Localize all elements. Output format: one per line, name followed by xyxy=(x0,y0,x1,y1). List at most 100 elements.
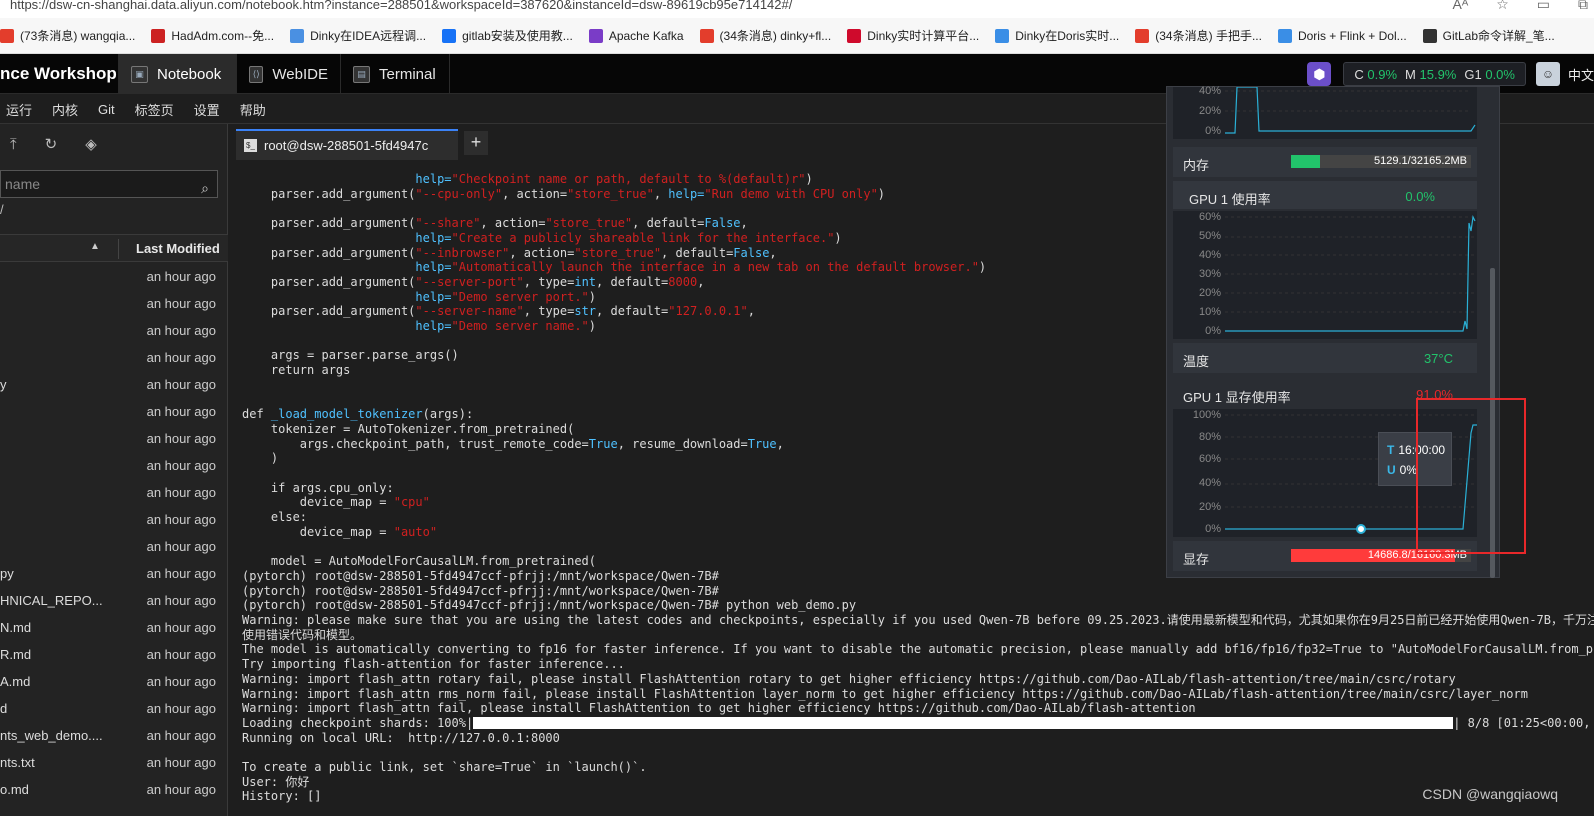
menu-settings[interactable]: 设置 xyxy=(194,100,220,119)
file-row[interactable]: py an hour ago xyxy=(0,561,228,588)
file-modified: an hour ago xyxy=(146,377,216,392)
file-row[interactable]: an hour ago xyxy=(0,534,228,561)
terminal-line: return args xyxy=(242,363,351,378)
reader-icon[interactable]: Aᴬ xyxy=(1453,0,1469,13)
tab-terminal[interactable]: ▤ Terminal xyxy=(340,54,450,94)
file-row[interactable]: o.md an hour ago xyxy=(0,777,228,804)
file-name: o.md xyxy=(0,782,29,797)
file-row[interactable]: R.md an hour ago xyxy=(0,642,228,669)
collections-icon[interactable]: ⧉ xyxy=(1578,0,1588,13)
upload-icon[interactable]: ⤒ xyxy=(10,136,17,153)
temperature-row: 温度 37°C xyxy=(1173,343,1477,373)
file-row[interactable]: HNICAL_REPO... an hour ago xyxy=(0,588,228,615)
bookmark-item[interactable]: gitlab安装及使用教... xyxy=(442,27,573,44)
file-filter-input[interactable]: name ⌕ xyxy=(0,170,218,198)
resource-metrics[interactable]: C 0.9% M 15.9% G1 0.0% xyxy=(1343,62,1526,86)
terminal-line: help="Checkpoint name or path, default t… xyxy=(415,172,813,186)
language-switch[interactable]: 中文 xyxy=(1568,65,1594,84)
file-row[interactable]: nts.txt an hour ago xyxy=(0,750,228,777)
bookmark-item[interactable]: HadAdm.com--免... xyxy=(151,27,274,44)
cpu-chart-svg xyxy=(1225,87,1476,134)
col-last-modified[interactable]: Last Modified xyxy=(136,241,220,256)
progress-bar xyxy=(473,716,1454,729)
file-modified: an hour ago xyxy=(146,728,216,743)
file-row[interactable]: A.md an hour ago xyxy=(0,669,228,696)
new-tab-button[interactable]: + xyxy=(464,131,488,155)
file-row[interactable]: an hour ago xyxy=(0,345,228,372)
file-modified: an hour ago xyxy=(146,647,216,662)
terminal-line: device_map = "cpu" xyxy=(242,495,430,510)
file-name: nts_web_demo.... xyxy=(0,728,103,743)
terminal-icon: ▤ xyxy=(353,65,370,83)
search-icon[interactable]: ⌕ xyxy=(201,175,209,201)
terminal-line: tokenizer = AutoTokenizer.from_pretraine… xyxy=(242,421,575,436)
menu-git[interactable]: Git xyxy=(98,102,115,117)
memory-bar: 5129.1/32165.2MB xyxy=(1291,155,1471,168)
avatar[interactable]: ☺ xyxy=(1535,62,1560,86)
menu-run[interactable]: 运行 xyxy=(6,100,32,119)
bookmark-item[interactable]: (34条消息) 手把手... xyxy=(1135,27,1262,44)
file-row[interactable]: y an hour ago xyxy=(0,372,228,399)
file-row[interactable]: an hour ago xyxy=(0,264,228,291)
file-row[interactable]: an hour ago xyxy=(0,453,228,480)
file-modified: an hour ago xyxy=(146,269,216,284)
bookmark-item[interactable]: Dinky实时计算平台... xyxy=(847,27,979,44)
tab-webide[interactable]: ⟨⟩ WebIDE xyxy=(236,54,340,94)
tab-notebook[interactable]: ▣ Notebook xyxy=(118,54,236,94)
file-row[interactable]: an hour ago xyxy=(0,399,228,426)
hadadm-icon xyxy=(151,28,166,43)
csdn-icon xyxy=(0,28,14,43)
file-modified: an hour ago xyxy=(146,485,216,500)
bookmark-item[interactable]: Apache Kafka xyxy=(588,28,684,43)
terminal-line: device_map = "auto" xyxy=(242,524,438,539)
file-modified: an hour ago xyxy=(146,566,216,581)
terminal-line: if args.cpu_only: xyxy=(242,480,394,495)
terminal-line: ) xyxy=(242,451,279,466)
file-row[interactable]: an hour ago xyxy=(0,480,228,507)
bookmark-item[interactable]: Dinky在IDEA远程调... xyxy=(290,27,426,44)
tab-terminal-session[interactable]: $_ root@dsw-288501-5fd4947c xyxy=(236,129,458,160)
bookmark-item[interactable]: GitLab命令详解_笔... xyxy=(1422,27,1555,44)
file-row[interactable]: N.md an hour ago xyxy=(0,615,228,642)
breadcrumb[interactable]: / xyxy=(0,202,4,217)
file-name: y xyxy=(0,377,7,392)
cloud-icon xyxy=(1277,28,1292,43)
pai-logo-icon[interactable]: ⬢ xyxy=(1307,62,1332,86)
star-icon[interactable]: ☆ xyxy=(1496,0,1509,13)
bookmark-item[interactable]: Dinky在Doris实时... xyxy=(995,27,1119,44)
terminal-line: args = parser.parse_args() xyxy=(242,348,459,363)
file-row[interactable]: an hour ago xyxy=(0,291,228,318)
file-row[interactable]: an hour ago xyxy=(0,507,228,534)
file-row[interactable]: an hour ago xyxy=(0,318,228,345)
url-text[interactable]: https://dsw-cn-shanghai.data.aliyun.com/… xyxy=(10,0,792,12)
file-modified: an hour ago xyxy=(146,620,216,635)
menu-kernel[interactable]: 内核 xyxy=(52,100,78,119)
bookmark-item[interactable]: Doris + Flink + Dol... xyxy=(1277,28,1407,43)
kafka-icon xyxy=(588,28,603,43)
highlight-annotation-box xyxy=(1416,398,1526,554)
gpu-util-header: GPU 1 使用率 0.0% xyxy=(1173,181,1477,209)
terminal-line: Warning: import flash_attn rms_norm fail… xyxy=(242,686,1528,701)
cloud-icon xyxy=(995,28,1010,43)
code-icon: ⟨⟩ xyxy=(249,65,264,83)
file-modified: an hour ago xyxy=(146,296,216,311)
file-row[interactable]: d an hour ago xyxy=(0,696,228,723)
file-modified: an hour ago xyxy=(146,674,216,689)
menu-tabs[interactable]: 标签页 xyxy=(135,100,174,119)
bookmark-item[interactable]: (34条消息) dinky+fl... xyxy=(699,27,831,44)
terminal-line: History: [] xyxy=(242,789,322,804)
menu-help[interactable]: 帮助 xyxy=(240,100,266,119)
mem-usage: 15.9% xyxy=(1419,66,1457,82)
bookmark-item[interactable]: (73条消息) wangqia... xyxy=(0,27,135,44)
notebook-icon: ▣ xyxy=(131,65,148,83)
file-row[interactable]: an hour ago xyxy=(0,426,228,453)
memory-row: 内存 5129.1/32165.2MB xyxy=(1173,147,1477,177)
refresh-icon[interactable]: ↻ xyxy=(45,135,58,153)
file-row[interactable]: nts_web_demo.... an hour ago xyxy=(0,723,228,750)
csdn-icon xyxy=(699,28,714,43)
browser-url-bar[interactable]: https://dsw-cn-shanghai.data.aliyun.com/… xyxy=(0,0,1594,18)
split-icon[interactable]: ▭ xyxy=(1537,0,1550,13)
git-clone-icon[interactable]: ◈ xyxy=(85,135,97,153)
file-modified: an hour ago xyxy=(146,350,216,365)
sort-asc-icon[interactable]: ▲ xyxy=(90,241,100,252)
